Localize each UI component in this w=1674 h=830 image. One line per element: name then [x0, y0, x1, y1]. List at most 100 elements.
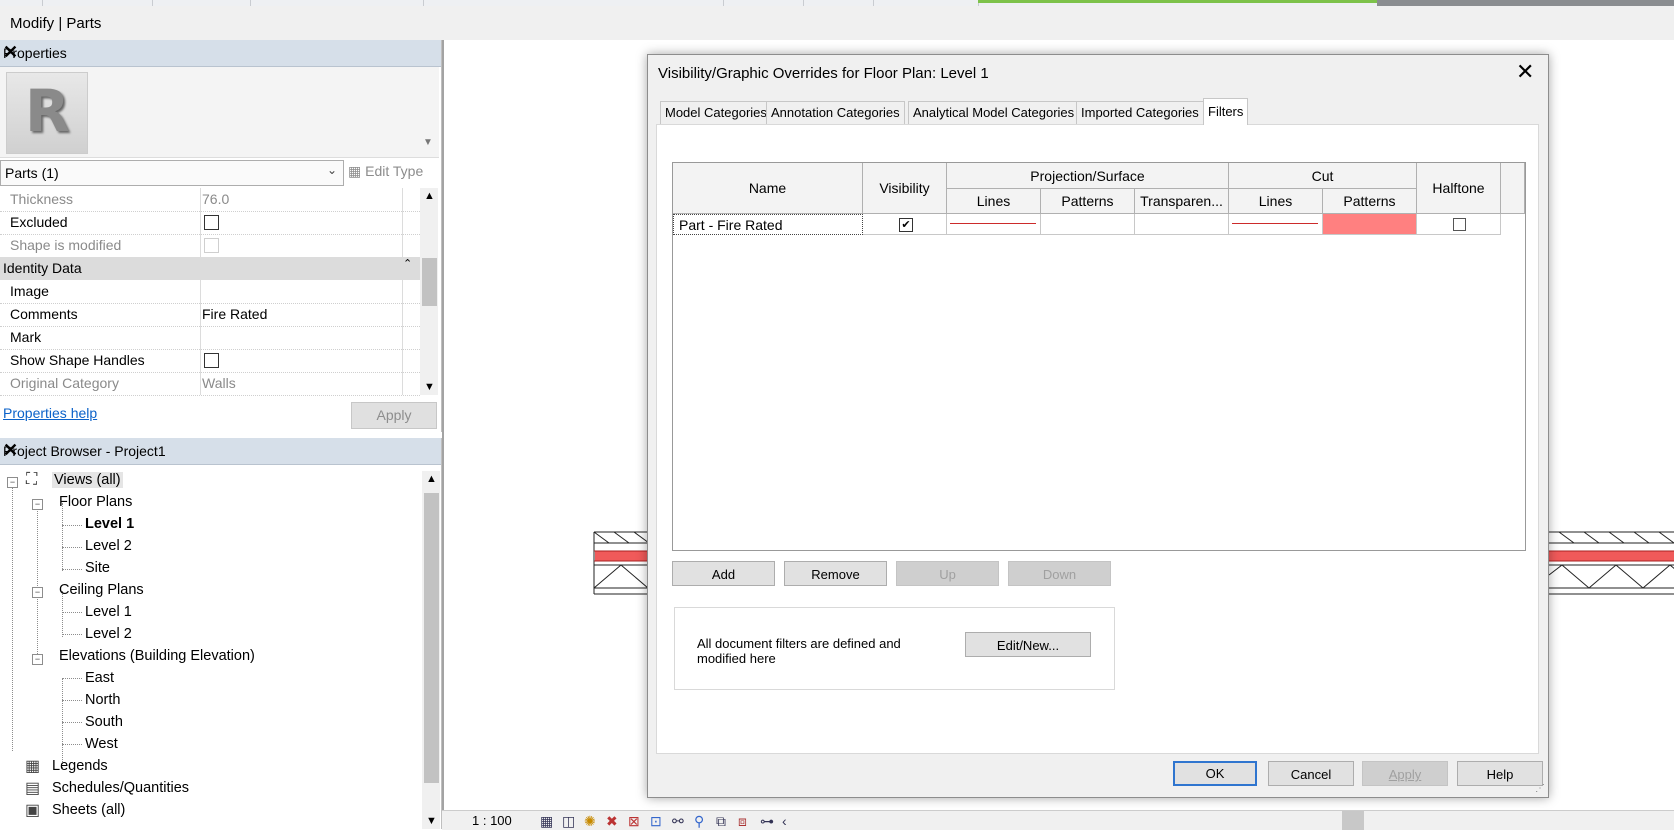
filter-name: Part - Fire Rated — [679, 217, 783, 233]
context-tab-label[interactable]: Modify | Parts — [10, 15, 101, 32]
visibility-checkbox[interactable]: ✔ — [899, 218, 913, 232]
tab-imported-categories[interactable]: Imported Categories — [1076, 101, 1204, 125]
tree-ceiling-level-1[interactable]: Level 1 — [85, 604, 132, 620]
tab-model-categories[interactable]: Model Categories — [660, 101, 772, 125]
views-icon: ⛶ — [26, 471, 38, 488]
tree-floor-level-1[interactable]: Level 1 — [85, 516, 134, 532]
close-icon[interactable]: ✕ — [3, 42, 435, 63]
prop-row-excluded: Excluded — [0, 211, 420, 235]
schedules-icon: ▤ — [25, 780, 41, 797]
tree-ceiling-level-2[interactable]: Level 2 — [85, 626, 132, 642]
edit-type-button[interactable]: ▦ Edit Type — [348, 163, 423, 180]
constraints-icon[interactable]: ⊶ — [760, 813, 774, 830]
resize-grip-icon[interactable]: ⋰ — [1535, 783, 1545, 794]
tree-floor-plans[interactable]: Floor Plans — [59, 494, 132, 510]
help-button[interactable]: Help — [1457, 761, 1543, 786]
chevron-down-icon[interactable]: ▼ — [426, 815, 437, 827]
prop-row-mark: Mark — [0, 326, 420, 350]
ok-button[interactable]: OK — [1173, 761, 1257, 786]
tree-legends[interactable]: Legends — [52, 758, 108, 774]
temporary-properties-icon[interactable]: ⧉ — [716, 813, 726, 830]
legends-icon: ▦ — [25, 758, 41, 775]
shadows-icon[interactable]: ✖ — [606, 813, 618, 830]
collapse-icon[interactable]: ⌃ — [403, 257, 412, 270]
properties-help-link[interactable]: Properties help — [3, 405, 97, 421]
chevron-up-icon[interactable]: ▲ — [426, 473, 437, 485]
edit-new-button[interactable]: Edit/New... — [965, 632, 1091, 657]
type-selector-value: Parts (1) — [5, 165, 59, 181]
chevron-up-icon[interactable]: ▲ — [424, 190, 435, 202]
prop-row-show-shape-handles: Show Shape Handles — [0, 349, 420, 373]
apply-button[interactable]: Apply — [1362, 761, 1448, 786]
temporary-hide-icon[interactable]: ⚯ — [672, 813, 684, 830]
tree-elevation-west[interactable]: West — [85, 736, 118, 752]
visibility-graphics-dialog: Visibility/Graphic Overrides for Floor P… — [647, 54, 1549, 798]
filter-visibility-cell[interactable]: ✔ — [863, 214, 947, 235]
tree-ceiling-plans[interactable]: Ceiling Plans — [59, 582, 144, 598]
reveal-hidden-icon[interactable]: ⚲ — [694, 813, 704, 830]
line-swatch — [1232, 223, 1318, 224]
tree-views-all[interactable]: Views (all) — [52, 472, 123, 488]
filters-tab-page: Name Visibility Projection/Surface Lines… — [656, 124, 1539, 754]
show-shape-handles-checkbox[interactable] — [204, 353, 219, 368]
remove-button[interactable]: Remove — [784, 561, 887, 586]
table-row[interactable]: Part - Fire Rated ✔ — [673, 163, 1525, 238]
tree-floor-site[interactable]: Site — [85, 560, 110, 576]
filter-halftone-cell[interactable] — [1417, 214, 1501, 235]
visual-style-icon[interactable]: ◫ — [562, 813, 575, 830]
chevron-down-icon[interactable]: ▼ — [423, 137, 433, 148]
view-scale[interactable]: 1 : 100 — [472, 813, 512, 828]
tab-annotation-categories[interactable]: Annotation Categories — [766, 101, 905, 125]
collapse-icon[interactable]: − — [7, 477, 18, 488]
tab-filters[interactable]: Filters — [1203, 98, 1249, 125]
chevron-left-icon[interactable]: ‹ — [782, 813, 787, 829]
chevron-down-icon[interactable]: ▼ — [424, 381, 435, 393]
detail-level-icon[interactable]: ▦ — [540, 813, 553, 830]
cancel-button[interactable]: Cancel — [1268, 761, 1354, 786]
type-selector[interactable]: Parts (1) ⌄ — [0, 160, 344, 186]
up-button[interactable]: Up — [896, 561, 999, 586]
filter-proj-patterns-cell[interactable] — [1041, 214, 1135, 235]
edit-type-icon: ▦ — [348, 163, 362, 179]
collapse-icon[interactable]: − — [32, 587, 43, 598]
filter-proj-lines-cell[interactable] — [947, 214, 1041, 235]
tree-elevations[interactable]: Elevations (Building Elevation) — [59, 648, 255, 664]
comments-value[interactable]: Fire Rated — [202, 306, 267, 322]
excluded-checkbox[interactable] — [204, 215, 219, 230]
sun-path-icon[interactable]: ✺ — [584, 813, 596, 830]
down-button[interactable]: Down — [1008, 561, 1111, 586]
prop-row-original-category: Original Category Walls — [0, 372, 420, 396]
crop-view-icon[interactable]: ⊠ — [628, 813, 640, 830]
properties-apply-button[interactable]: Apply — [351, 402, 437, 429]
filter-cut-patterns-cell[interactable] — [1323, 214, 1417, 235]
horizontal-scrollbar-thumb[interactable] — [1342, 811, 1364, 830]
halftone-checkbox[interactable] — [1453, 218, 1466, 231]
tree-sheets[interactable]: Sheets (all) — [52, 802, 125, 818]
show-crop-icon[interactable]: ⊡ — [650, 813, 662, 830]
tree-elevation-east[interactable]: East — [85, 670, 114, 686]
context-tab-bar: Modify | Parts — [0, 6, 1674, 41]
close-icon[interactable]: ✕ — [1516, 59, 1534, 85]
filter-name-cell[interactable]: Part - Fire Rated — [673, 214, 863, 235]
revit-logo-icon: R — [6, 72, 88, 154]
tab-analytical-model-categories[interactable]: Analytical Model Categories — [908, 101, 1080, 125]
group-identity-data[interactable]: Identity Data ⌃ — [0, 257, 420, 280]
add-button[interactable]: Add — [672, 561, 775, 586]
worksharing-icon[interactable]: ⧈ — [738, 813, 747, 830]
filters-info-text: All document filters are defined and mod… — [697, 636, 901, 666]
filter-proj-transparency-cell[interactable] — [1135, 214, 1229, 235]
close-icon[interactable]: ✕ — [3, 440, 435, 461]
filters-info-box: All document filters are defined and mod… — [674, 607, 1115, 690]
filter-cut-lines-cell[interactable] — [1229, 214, 1323, 235]
prop-row-image: Image — [0, 280, 420, 304]
browser-scrollbar[interactable]: ▲ ▼ — [422, 471, 440, 829]
collapse-icon[interactable]: − — [32, 499, 43, 510]
tree-elevation-south[interactable]: South — [85, 714, 123, 730]
tree-floor-level-2[interactable]: Level 2 — [85, 538, 132, 554]
properties-scrollbar[interactable]: ▲ ▼ — [420, 188, 438, 395]
tree-schedules[interactable]: Schedules/Quantities — [52, 780, 189, 796]
collapse-icon[interactable]: − — [32, 654, 43, 665]
tree-elevation-north[interactable]: North — [85, 692, 120, 708]
chevron-down-icon: ⌄ — [326, 163, 337, 177]
shape-modified-checkbox — [204, 238, 219, 253]
